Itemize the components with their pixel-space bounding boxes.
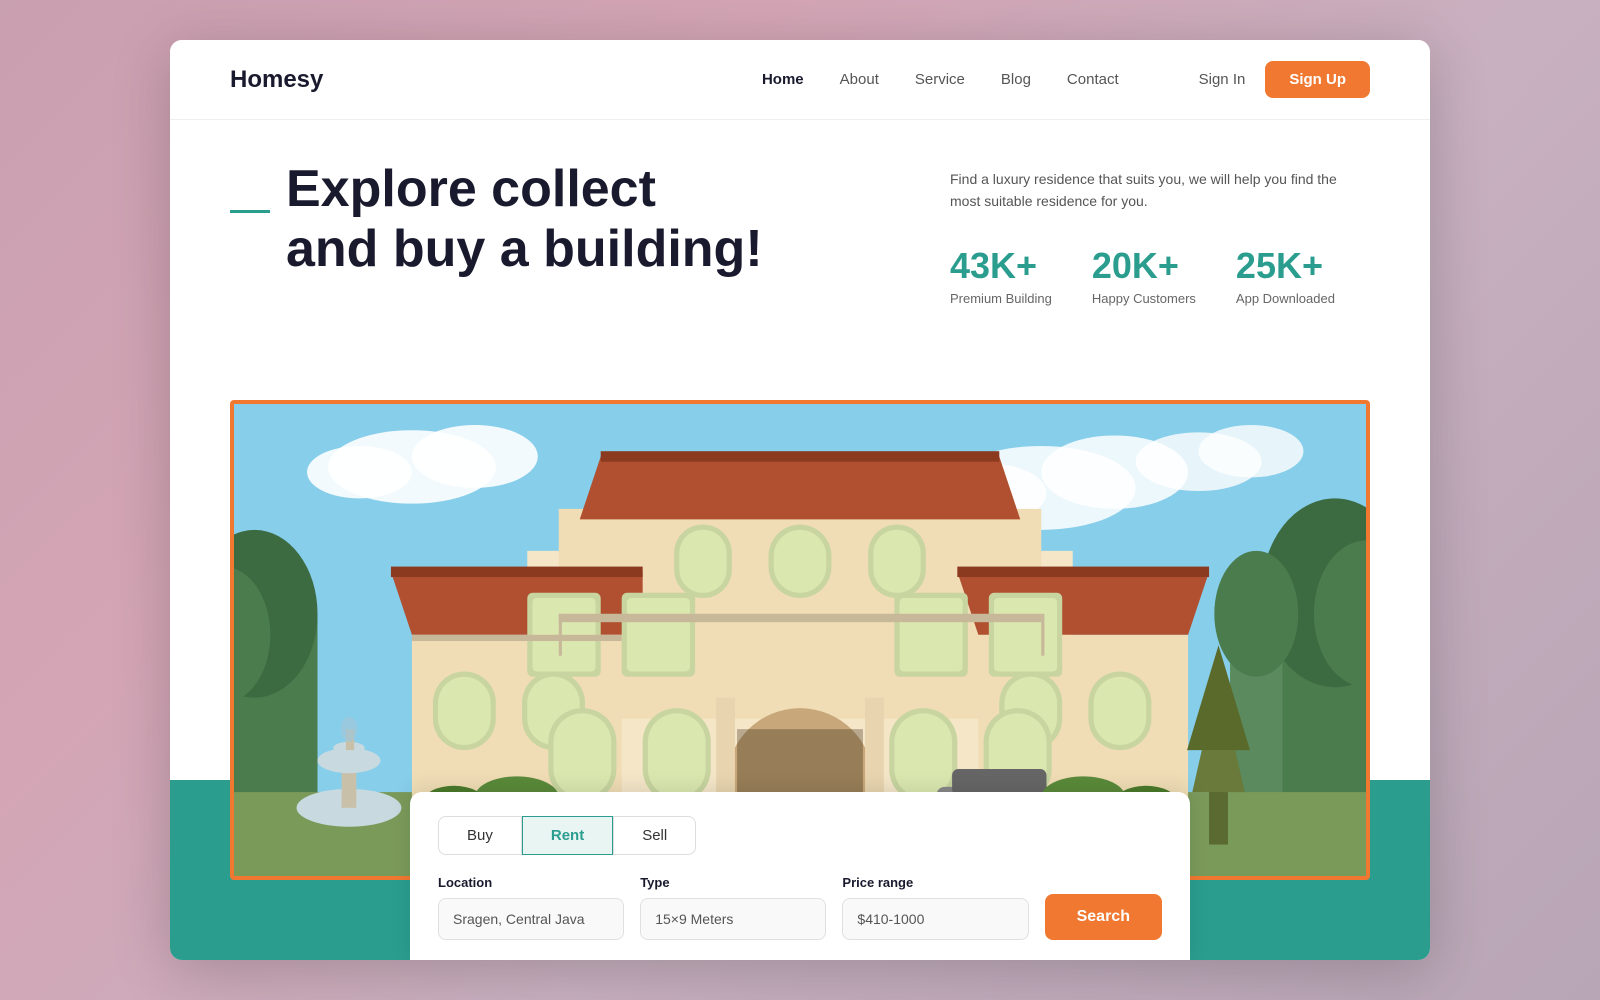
nav-links: Home About Service Blog Contact bbox=[762, 71, 1119, 89]
nav-service[interactable]: Service bbox=[915, 71, 965, 88]
stat-downloads: 25K+ App Downloaded bbox=[1236, 245, 1335, 306]
search-bar: Buy Rent Sell Location Type Price range … bbox=[410, 792, 1190, 960]
hero-line-decoration bbox=[230, 210, 270, 213]
tab-sell[interactable]: Sell bbox=[613, 816, 696, 855]
price-input[interactable] bbox=[842, 898, 1028, 940]
stat-premium: 43K+ Premium Building bbox=[950, 245, 1052, 306]
hero-left: Explore collect and buy a building! bbox=[230, 160, 890, 306]
hero-right: Find a luxury residence that suits you, … bbox=[950, 160, 1370, 306]
tab-row: Buy Rent Sell bbox=[438, 816, 1162, 855]
tab-rent[interactable]: Rent bbox=[522, 816, 613, 855]
stat-number-premium: 43K+ bbox=[950, 245, 1052, 287]
nav-about[interactable]: About bbox=[840, 71, 879, 88]
search-fields: Location Type Price range Search bbox=[438, 875, 1162, 940]
stat-customers: 20K+ Happy Customers bbox=[1092, 245, 1196, 306]
type-field-group: Type bbox=[640, 875, 826, 940]
hero-section: Explore collect and buy a building! Find… bbox=[170, 120, 1430, 306]
nav-contact[interactable]: Contact bbox=[1067, 71, 1119, 88]
search-button[interactable]: Search bbox=[1045, 894, 1162, 940]
image-section: Buy Rent Sell Location Type Price range … bbox=[170, 400, 1430, 960]
price-field-group: Price range bbox=[842, 875, 1028, 940]
nav-actions: Sign In Sign Up bbox=[1199, 61, 1370, 98]
nav-blog[interactable]: Blog bbox=[1001, 71, 1031, 88]
type-label: Type bbox=[640, 875, 826, 890]
hero-title: Explore collect and buy a building! bbox=[286, 160, 763, 280]
price-label: Price range bbox=[842, 875, 1028, 890]
sign-up-button[interactable]: Sign Up bbox=[1265, 61, 1370, 98]
stat-number-downloads: 25K+ bbox=[1236, 245, 1335, 287]
nav-home[interactable]: Home bbox=[762, 71, 804, 88]
logo: Homesy bbox=[230, 66, 323, 94]
tab-buy[interactable]: Buy bbox=[438, 816, 522, 855]
stat-label-downloads: App Downloaded bbox=[1236, 291, 1335, 306]
location-input[interactable] bbox=[438, 898, 624, 940]
location-label: Location bbox=[438, 875, 624, 890]
stat-label-customers: Happy Customers bbox=[1092, 291, 1196, 306]
sign-in-button[interactable]: Sign In bbox=[1199, 71, 1246, 88]
type-input[interactable] bbox=[640, 898, 826, 940]
location-field-group: Location bbox=[438, 875, 624, 940]
navbar: Homesy Home About Service Blog Contact S… bbox=[170, 40, 1430, 120]
hero-description: Find a luxury residence that suits you, … bbox=[950, 168, 1370, 213]
stats-section: 43K+ Premium Building 20K+ Happy Custome… bbox=[950, 245, 1370, 306]
stat-number-customers: 20K+ bbox=[1092, 245, 1196, 287]
stat-label-premium: Premium Building bbox=[950, 291, 1052, 306]
page-container: Homesy Home About Service Blog Contact S… bbox=[170, 40, 1430, 960]
